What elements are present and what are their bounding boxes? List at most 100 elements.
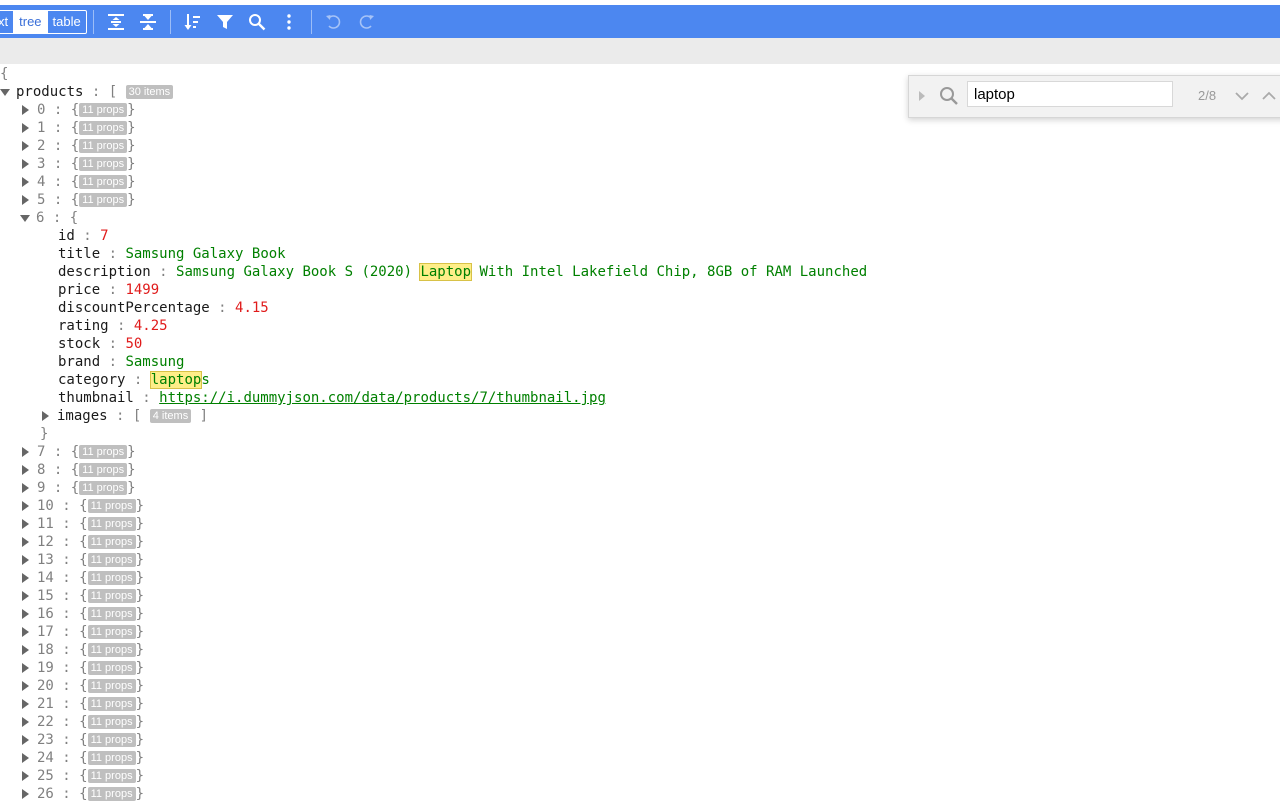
field-price[interactable]: price : 1499 <box>0 281 900 299</box>
expand-caret-icon[interactable] <box>22 483 29 493</box>
chevron-up-icon[interactable] <box>1261 88 1277 104</box>
field-stock[interactable]: stock : 50 <box>0 335 900 353</box>
props-badge[interactable]: 11 props <box>87 607 136 621</box>
field-description[interactable]: description : Samsung Galaxy Book S (202… <box>0 263 900 281</box>
search-input[interactable] <box>967 81 1173 107</box>
field-category[interactable]: category : laptops <box>0 371 900 389</box>
field-thumbnail[interactable]: thumbnail : https://i.dummyjson.com/data… <box>0 389 900 407</box>
field-title[interactable]: title : Samsung Galaxy Book <box>0 245 900 263</box>
expand-caret-icon[interactable] <box>42 411 49 421</box>
product-item-node[interactable]: 23 : {11 props} <box>0 731 900 749</box>
product-item-node[interactable]: 13 : {11 props} <box>0 551 900 569</box>
product-item-node[interactable]: 17 : {11 props} <box>0 623 900 641</box>
expand-caret-icon[interactable] <box>22 699 29 709</box>
expand-caret-icon[interactable] <box>22 105 29 115</box>
expand-caret-icon[interactable] <box>22 159 29 169</box>
product-item-node[interactable]: 16 : {11 props} <box>0 605 900 623</box>
props-badge[interactable]: 11 props <box>79 463 128 477</box>
mode-table-button[interactable]: table <box>46 10 86 33</box>
product-item-node[interactable]: 5 : {11 props} <box>0 191 900 209</box>
product-item-node[interactable]: 10 : {11 props} <box>0 497 900 515</box>
props-badge[interactable]: 11 props <box>87 661 136 675</box>
props-badge[interactable]: 11 props <box>87 787 136 801</box>
props-badge[interactable]: 11 props <box>87 751 136 765</box>
undo-button[interactable] <box>318 5 350 38</box>
expand-caret-icon[interactable] <box>22 771 29 781</box>
collapse-caret-icon[interactable] <box>20 214 30 222</box>
collapse-all-button[interactable] <box>132 5 164 38</box>
props-badge[interactable]: 11 props <box>87 697 136 711</box>
expand-caret-icon[interactable] <box>22 717 29 727</box>
product-item-node[interactable]: 6 : { <box>0 209 900 227</box>
props-badge[interactable]: 11 props <box>87 553 136 567</box>
props-badge[interactable]: 11 props <box>79 121 128 135</box>
filter-button[interactable] <box>209 5 241 38</box>
expand-caret-icon[interactable] <box>22 195 29 205</box>
product-item-node[interactable]: 22 : {11 props} <box>0 713 900 731</box>
props-badge[interactable]: 11 props <box>87 517 136 531</box>
expand-caret-icon[interactable] <box>22 123 29 133</box>
field-rating[interactable]: rating : 4.25 <box>0 317 900 335</box>
sort-button[interactable] <box>177 5 209 38</box>
product-item-node[interactable]: 1 : {11 props} <box>0 119 900 137</box>
product-item-node[interactable]: 8 : {11 props} <box>0 461 900 479</box>
expand-caret-icon[interactable] <box>22 177 29 187</box>
product-item-node[interactable]: 9 : {11 props} <box>0 479 900 497</box>
product-item-node[interactable]: 19 : {11 props} <box>0 659 900 677</box>
field-id[interactable]: id : 7 <box>0 227 900 245</box>
expand-caret-icon[interactable] <box>22 537 29 547</box>
props-badge[interactable]: 11 props <box>87 499 136 513</box>
props-badge[interactable]: 11 props <box>79 481 128 495</box>
redo-button[interactable] <box>350 5 382 38</box>
expand-caret-icon[interactable] <box>22 735 29 745</box>
props-badge[interactable]: 11 props <box>87 769 136 783</box>
expand-replace-icon[interactable] <box>917 90 927 102</box>
product-item-node[interactable]: 0 : {11 props} <box>0 101 900 119</box>
expand-caret-icon[interactable] <box>22 591 29 601</box>
expand-caret-icon[interactable] <box>22 555 29 565</box>
expand-caret-icon[interactable] <box>22 645 29 655</box>
product-item-node[interactable]: 15 : {11 props} <box>0 587 900 605</box>
product-item-node[interactable]: 18 : {11 props} <box>0 641 900 659</box>
expand-caret-icon[interactable] <box>22 573 29 583</box>
product-item-node[interactable]: 14 : {11 props} <box>0 569 900 587</box>
props-badge[interactable]: 11 props <box>87 589 136 603</box>
props-badge[interactable]: 11 props <box>79 193 128 207</box>
field-discount-percentage[interactable]: discountPercentage : 4.15 <box>0 299 900 317</box>
product-item-node[interactable]: 12 : {11 props} <box>0 533 900 551</box>
props-badge[interactable]: 11 props <box>87 535 136 549</box>
product-item-node[interactable]: 7 : {11 props} <box>0 443 900 461</box>
product-item-node[interactable]: 11 : {11 props} <box>0 515 900 533</box>
expand-caret-icon[interactable] <box>22 141 29 151</box>
collapse-caret-icon[interactable] <box>0 88 10 96</box>
props-badge[interactable]: 11 props <box>79 175 128 189</box>
items-badge[interactable]: 30 items <box>125 85 174 99</box>
product-item-node[interactable]: 25 : {11 props} <box>0 767 900 785</box>
product-item-node[interactable]: 2 : {11 props} <box>0 137 900 155</box>
product-item-node[interactable]: 26 : {11 props} <box>0 785 900 803</box>
chevron-down-icon[interactable] <box>1234 88 1250 104</box>
props-badge[interactable]: 11 props <box>79 445 128 459</box>
product-item-node[interactable]: 4 : {11 props} <box>0 173 900 191</box>
expand-caret-icon[interactable] <box>22 681 29 691</box>
props-badge[interactable]: 11 props <box>87 715 136 729</box>
expand-caret-icon[interactable] <box>22 519 29 529</box>
expand-caret-icon[interactable] <box>22 609 29 619</box>
thumbnail-link[interactable]: https://i.dummyjson.com/data/products/7/… <box>159 390 606 406</box>
mode-tree-button[interactable]: tree <box>13 10 47 33</box>
props-badge[interactable]: 11 props <box>87 733 136 747</box>
props-badge[interactable]: 11 props <box>87 571 136 585</box>
props-badge[interactable]: 11 props <box>79 139 128 153</box>
field-images[interactable]: images : [ 4 items ] <box>0 407 900 425</box>
expand-caret-icon[interactable] <box>22 501 29 511</box>
mode-text-button[interactable]: xt <box>0 11 13 33</box>
products-node[interactable]: products : [ 30 items <box>0 83 900 101</box>
props-badge[interactable]: 11 props <box>87 679 136 693</box>
expand-caret-icon[interactable] <box>22 789 29 799</box>
field-brand[interactable]: brand : Samsung <box>0 353 900 371</box>
product-item-node[interactable]: 21 : {11 props} <box>0 695 900 713</box>
expand-caret-icon[interactable] <box>22 753 29 763</box>
expand-caret-icon[interactable] <box>22 465 29 475</box>
expand-all-button[interactable] <box>100 5 132 38</box>
expand-caret-icon[interactable] <box>22 627 29 637</box>
